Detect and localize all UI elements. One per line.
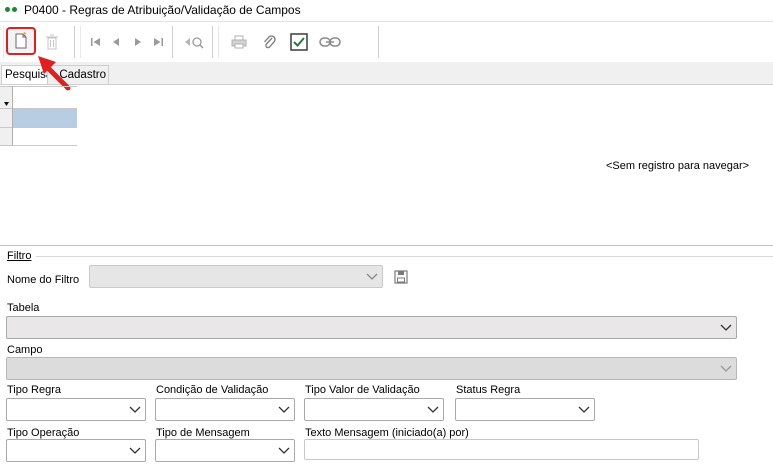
texto-mensagem-input[interactable] — [304, 439, 699, 460]
filter-section-label: Filtro — [7, 250, 32, 262]
status-regra-label: Status Regra — [456, 384, 521, 396]
toolbar — [0, 21, 773, 63]
toolbar-separator — [80, 26, 81, 58]
delete-button[interactable] — [40, 30, 64, 54]
print-icon — [231, 35, 247, 49]
search-record-button[interactable] — [182, 30, 206, 54]
checkbox-icon — [290, 33, 308, 51]
status-dot-icon — [5, 7, 10, 12]
toolbar-separator — [172, 26, 173, 58]
chevron-down-icon — [278, 447, 290, 454]
search-record-icon — [185, 37, 204, 49]
toolbar-separator — [212, 26, 213, 58]
chevron-down-icon — [578, 406, 590, 413]
previous-record-icon — [113, 38, 119, 46]
results-grid[interactable] — [0, 86, 77, 146]
toolbar-separator — [378, 26, 379, 58]
tipo-operacao-select[interactable] — [6, 439, 146, 462]
campo-label: Campo — [7, 344, 43, 356]
status-dot-icon — [12, 7, 17, 12]
first-record-icon — [91, 38, 100, 46]
tipo-regra-select[interactable] — [6, 398, 146, 421]
chevron-down-icon — [720, 324, 732, 331]
chevron-down-icon — [366, 273, 378, 280]
chevron-down-icon — [129, 447, 141, 454]
chevron-down-icon — [720, 365, 732, 372]
grid-lines — [0, 86, 77, 146]
last-record-icon — [154, 38, 163, 46]
save-icon — [394, 270, 408, 284]
filter-name-select[interactable] — [89, 265, 383, 288]
status-regra-select[interactable] — [455, 398, 595, 421]
tipo-regra-label: Tipo Regra — [7, 384, 62, 396]
window-title: P0400 - Regras de Atribuição/Validação d… — [24, 3, 301, 17]
tipo-operacao-label: Tipo Operação — [7, 427, 80, 439]
delete-icon — [46, 34, 58, 50]
toolbar-separator — [218, 26, 219, 58]
link-button[interactable] — [318, 30, 342, 54]
condicao-label: Condição de Validação — [156, 384, 269, 396]
confirm-button[interactable] — [287, 30, 311, 54]
title-bar: P0400 - Regras de Atribuição/Validação d… — [0, 0, 773, 20]
chevron-down-icon — [129, 406, 141, 413]
new-record-button[interactable] — [6, 27, 36, 55]
tipo-mensagem-select[interactable] — [155, 439, 295, 462]
tab-strip: Pesquisa Cadastro — [0, 62, 773, 85]
new-document-icon — [15, 32, 27, 49]
previous-record-button[interactable] — [104, 30, 128, 54]
print-button[interactable] — [227, 30, 251, 54]
attach-button[interactable] — [257, 30, 281, 54]
filter-name-label: Nome do Filtro — [7, 274, 80, 286]
next-record-icon — [135, 38, 141, 46]
campo-select[interactable] — [6, 357, 737, 380]
last-record-button[interactable] — [146, 30, 170, 54]
filter-section-rule — [36, 256, 773, 257]
save-filter-button[interactable] — [393, 269, 409, 285]
link-icon — [319, 37, 341, 47]
tipo-valor-label: Tipo Valor de Validação — [305, 384, 420, 396]
attach-icon — [264, 35, 276, 49]
empty-grid-message: <Sem registro para navegar> — [606, 160, 750, 172]
toolbar-separator — [3, 26, 4, 58]
condicao-select[interactable] — [155, 398, 295, 421]
tabela-select[interactable] — [6, 316, 737, 339]
chevron-down-icon — [427, 406, 439, 413]
tabela-label: Tabela — [7, 302, 40, 314]
tipo-valor-select[interactable] — [304, 398, 444, 421]
chevron-down-icon — [278, 406, 290, 413]
texto-mensagem-label: Texto Mensagem (iniciado(a) por) — [305, 427, 469, 439]
tipo-mensagem-label: Tipo de Mensagem — [156, 427, 250, 439]
section-divider — [0, 245, 773, 246]
